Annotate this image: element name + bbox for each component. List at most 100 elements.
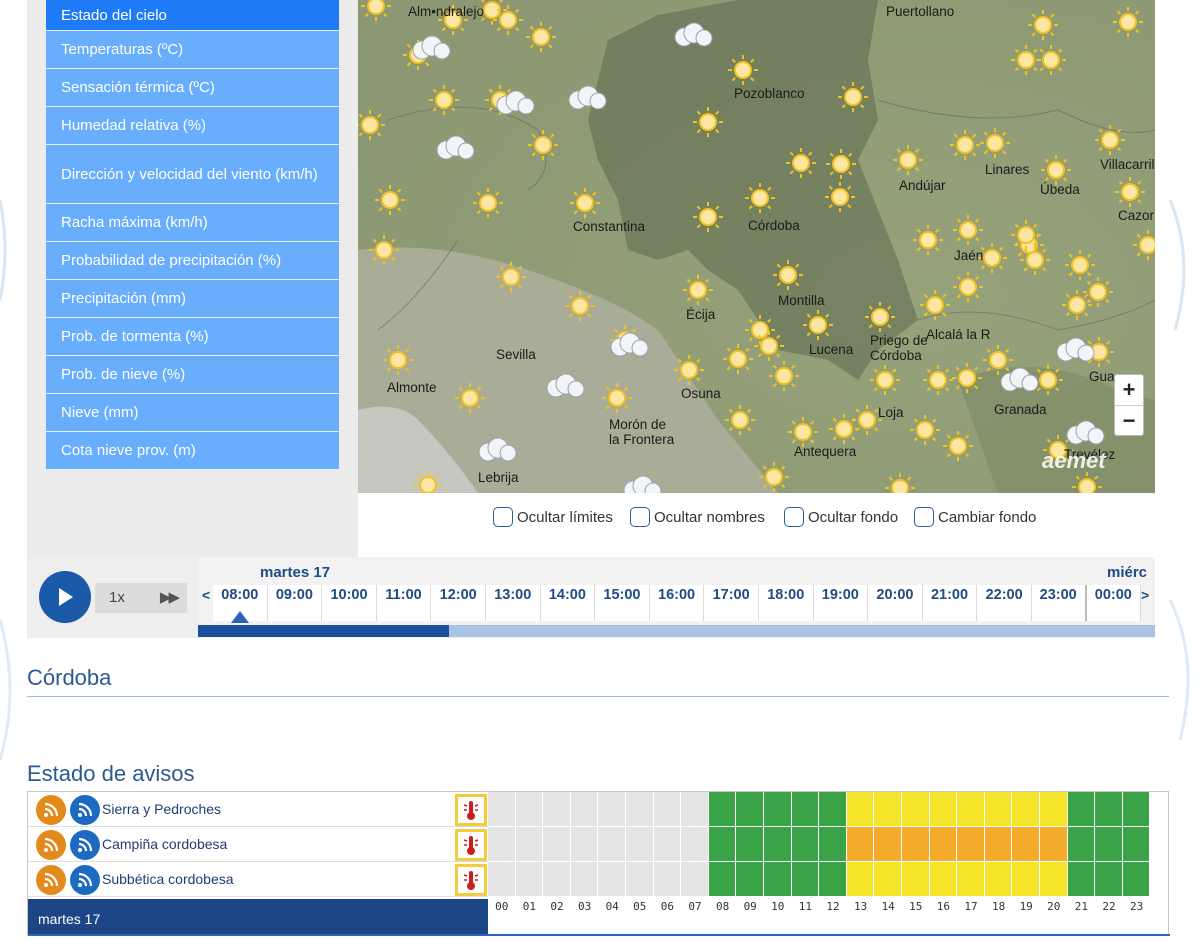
menu-item[interactable]: Prob. de tormenta (%) <box>46 318 339 356</box>
warning-cell[interactable] <box>708 862 737 897</box>
timeline-cursor[interactable] <box>231 611 249 623</box>
warning-cell[interactable] <box>736 862 764 897</box>
timeline-next-arrow[interactable]: > <box>1141 587 1149 603</box>
warning-cell[interactable] <box>708 827 737 862</box>
zone-name[interactable]: Sierra y Pedroches <box>102 801 221 817</box>
menu-item[interactable]: Nieve (mm) <box>46 394 339 432</box>
timeline-hour[interactable]: 23:00 <box>1032 585 1087 621</box>
warning-cell[interactable] <box>1040 792 1068 827</box>
warning-cell[interactable] <box>543 862 571 897</box>
menu-item[interactable]: Humedad relativa (%) <box>46 107 339 145</box>
timeline-hour[interactable]: 09:00 <box>268 585 323 621</box>
checkbox-box[interactable] <box>630 507 650 527</box>
timeline-hour[interactable]: 13:00 <box>486 585 541 621</box>
warning-cell[interactable] <box>1040 862 1068 897</box>
warning-cell[interactable] <box>819 862 847 897</box>
warning-cell[interactable] <box>902 827 930 862</box>
warning-cell[interactable] <box>764 827 792 862</box>
rss-icon[interactable] <box>36 865 66 895</box>
warning-cell[interactable] <box>653 827 682 862</box>
rss-icon[interactable] <box>70 830 100 860</box>
checkbox-box[interactable] <box>493 507 513 527</box>
warning-cell[interactable] <box>1040 827 1068 862</box>
warning-cell[interactable] <box>736 827 764 862</box>
warning-cell[interactable] <box>902 792 930 827</box>
hide-limits-checkbox[interactable]: Ocultar límites <box>493 507 613 527</box>
forecast-map[interactable]: Alm•ndralejo Puertollano Pozoblanco Villaca… <box>358 0 1155 493</box>
warning-cell[interactable] <box>1067 792 1096 827</box>
timeline-hour[interactable]: 10:00 <box>322 585 377 621</box>
menu-item[interactable]: Cota nieve prov. (m) <box>46 432 339 470</box>
warning-cell[interactable] <box>653 862 682 897</box>
menu-item[interactable]: Temperaturas (ºC) <box>46 31 339 69</box>
warning-cell[interactable] <box>626 827 654 862</box>
rss-icon[interactable] <box>70 865 100 895</box>
warning-cell[interactable] <box>543 827 571 862</box>
warning-cell[interactable] <box>598 792 626 827</box>
warning-cell[interactable] <box>957 792 985 827</box>
timeline-hour[interactable]: 19:00 <box>814 585 869 621</box>
menu-item[interactable]: Prob. de nieve (%) <box>46 356 339 394</box>
warning-cell[interactable] <box>598 862 626 897</box>
checkbox-box[interactable] <box>784 507 804 527</box>
warning-cell[interactable] <box>1067 862 1096 897</box>
warning-cell[interactable] <box>874 862 902 897</box>
warning-cell[interactable] <box>902 862 930 897</box>
warning-cell[interactable] <box>791 862 820 897</box>
warning-cell[interactable] <box>515 827 544 862</box>
warning-cell[interactable] <box>846 792 875 827</box>
warning-cell[interactable] <box>1095 862 1123 897</box>
rss-icon[interactable] <box>36 795 66 825</box>
warning-cell[interactable] <box>653 792 682 827</box>
warning-cell[interactable] <box>819 792 847 827</box>
hide-names-checkbox[interactable]: Ocultar nombres <box>630 507 765 527</box>
warning-cell[interactable] <box>488 792 516 827</box>
menu-item[interactable]: Dirección y velocidad del viento (km/h) <box>46 145 339 204</box>
speed-control[interactable]: 1x ▶▶ <box>95 583 187 613</box>
warning-cell[interactable] <box>626 792 654 827</box>
warning-cell[interactable] <box>736 792 764 827</box>
warning-cell[interactable] <box>846 862 875 897</box>
hide-background-checkbox[interactable]: Ocultar fondo <box>784 507 898 527</box>
warning-cell[interactable] <box>543 792 571 827</box>
warning-cell[interactable] <box>515 862 544 897</box>
warning-cell[interactable] <box>1122 827 1151 862</box>
warning-cell[interactable] <box>570 862 599 897</box>
rss-icon[interactable] <box>70 795 100 825</box>
menu-item[interactable]: Sensación térmica (ºC) <box>46 69 339 107</box>
warning-cell[interactable] <box>957 827 985 862</box>
warning-cell[interactable] <box>488 862 516 897</box>
warning-cell[interactable] <box>1012 827 1040 862</box>
timeline-hour[interactable]: 17:00 <box>704 585 759 621</box>
warning-cell[interactable] <box>570 827 599 862</box>
change-background-checkbox[interactable]: Cambiar fondo <box>914 507 1036 527</box>
warning-cell[interactable] <box>1095 792 1123 827</box>
zoom-in-button[interactable]: + <box>1115 375 1143 405</box>
warning-cell[interactable] <box>1012 862 1040 897</box>
warning-cell[interactable] <box>874 827 902 862</box>
warning-cell[interactable] <box>984 827 1013 862</box>
warning-cell[interactable] <box>764 862 792 897</box>
timeline-hour[interactable]: 12:00 <box>431 585 486 621</box>
warning-cell[interactable] <box>791 827 820 862</box>
warning-cell[interactable] <box>570 792 599 827</box>
temperature-warning-icon[interactable] <box>455 794 487 826</box>
fast-forward-icon[interactable]: ▶▶ <box>160 588 180 606</box>
warning-cell[interactable] <box>984 862 1013 897</box>
play-button[interactable] <box>39 571 91 623</box>
warning-cell[interactable] <box>764 792 792 827</box>
menu-item[interactable]: Racha máxima (km/h) <box>46 204 339 242</box>
warning-cell[interactable] <box>681 827 709 862</box>
zone-name[interactable]: Subbética cordobesa <box>102 871 234 887</box>
zone-name[interactable]: Campiña cordobesa <box>102 836 227 852</box>
timeline-hour[interactable]: 20:00 <box>868 585 923 621</box>
warning-cell[interactable] <box>626 862 654 897</box>
checkbox-box[interactable] <box>914 507 934 527</box>
timeline-progress[interactable] <box>198 625 1155 637</box>
menu-item[interactable]: Probabilidad de precipitación (%) <box>46 242 339 280</box>
warning-cell[interactable] <box>708 792 737 827</box>
timeline-prev-arrow[interactable]: < <box>202 587 210 603</box>
timeline-hour[interactable]: 11:00 <box>377 585 432 621</box>
warning-cell[interactable] <box>1122 862 1151 897</box>
timeline-hour[interactable]: 15:00 <box>595 585 650 621</box>
